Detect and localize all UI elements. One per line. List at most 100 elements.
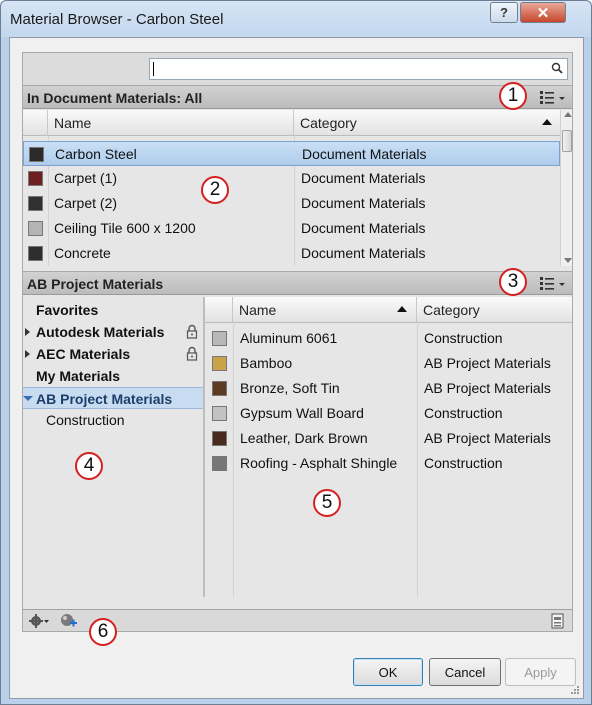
material-name: Leather, Dark Brown [240, 430, 368, 446]
document-materials-list: Carbon Steel Document Materials Carpet (1)… [23, 141, 560, 266]
list-view-icon [540, 277, 565, 290]
sort-ascending-icon [542, 119, 552, 125]
callout-4: 4 [75, 452, 103, 480]
material-name: Gypsum Wall Board [240, 405, 364, 421]
tree-item[interactable]: Favorites [23, 299, 203, 321]
library-tree: Favorites Autodesk Materials AEC Materials… [23, 297, 203, 597]
material-category: Construction [424, 455, 503, 471]
ok-button[interactable]: OK [353, 658, 423, 686]
library-material-row[interactable]: Gypsum Wall Board Construction [205, 401, 572, 426]
tree-item[interactable]: My Materials [23, 365, 203, 387]
material-category: Document Materials [301, 245, 426, 261]
library-material-row[interactable]: Bamboo AB Project Materials [205, 351, 572, 376]
material-category: AB Project Materials [424, 380, 551, 396]
material-category: AB Project Materials [424, 355, 551, 371]
name-column-header[interactable]: Name [233, 297, 417, 323]
library-material-row[interactable]: Bronze, Soft Tin AB Project Materials [205, 376, 572, 401]
sort-ascending-icon [397, 306, 407, 312]
material-name: Carpet (2) [54, 195, 118, 211]
material-category: Document Materials [301, 170, 426, 186]
callout-2: 2 [201, 176, 229, 204]
document-material-row[interactable]: Carpet (2) Document Materials [23, 191, 560, 216]
material-swatch-icon [212, 456, 227, 471]
material-name: Bronze, Soft Tin [240, 380, 340, 396]
search-icon[interactable] [551, 62, 563, 74]
material-name: Ceiling Tile 600 x 1200 [54, 220, 196, 236]
callout-3: 3 [499, 268, 527, 296]
tree-item[interactable]: Construction [23, 409, 203, 431]
search-bar [23, 53, 572, 85]
material-category: Document Materials [301, 195, 426, 211]
library-view-options-button[interactable] [538, 274, 568, 292]
browser-content: In Document Materials: All Name Category [22, 52, 573, 632]
swatch-column-header[interactable] [23, 110, 48, 136]
callout-1: 1 [499, 82, 527, 110]
swatch-column-header[interactable] [205, 297, 233, 323]
tree-item-label: My Materials [36, 368, 121, 384]
callout-6: 6 [89, 618, 117, 646]
scroll-up-icon[interactable] [564, 112, 572, 117]
document-scrollbar[interactable] [560, 110, 572, 266]
material-browser-window: Material Browser - Carbon Steel ? ✕ In D… [0, 0, 592, 705]
library-material-row[interactable]: Aluminum 6061 Construction [205, 326, 572, 351]
material-name: Concrete [54, 245, 111, 261]
document-material-row[interactable]: Ceiling Tile 600 x 1200 Document Material… [23, 216, 560, 241]
resize-grip-icon[interactable] [570, 685, 580, 695]
material-category: Construction [424, 330, 503, 346]
scroll-thumb[interactable] [562, 130, 572, 152]
document-materials-header: In Document Materials: All [23, 85, 572, 109]
collapsed-arrow-icon[interactable] [25, 350, 30, 358]
tree-item-label: Favorites [36, 302, 99, 318]
material-swatch-icon [212, 356, 227, 371]
document-material-row[interactable]: Concrete Document Materials [23, 241, 560, 266]
tree-item-label: Construction [46, 412, 125, 428]
window-title: Material Browser - Carbon Steel [10, 11, 224, 28]
name-column-label: Name [239, 302, 277, 318]
tree-item[interactable]: AEC Materials [23, 343, 203, 365]
category-column-label: Category [300, 115, 357, 131]
material-swatch-icon [29, 147, 44, 162]
material-name: Roofing - Asphalt Shingle [240, 455, 398, 471]
material-name: Bamboo [240, 355, 293, 371]
create-material-icon[interactable] [60, 613, 78, 629]
help-icon: ? [500, 5, 508, 20]
help-button[interactable]: ? [490, 2, 518, 23]
document-material-row[interactable]: Carbon Steel Document Materials [23, 141, 560, 166]
gear-icon[interactable] [28, 613, 50, 629]
library-header: AB Project Materials [23, 271, 572, 295]
search-input[interactable] [149, 58, 568, 80]
tree-item-label: AB Project Materials [36, 391, 173, 407]
title-bar[interactable]: Material Browser - Carbon Steel ? ✕ [1, 1, 591, 37]
list-view-icon [540, 91, 565, 104]
collapsed-arrow-icon[interactable] [25, 328, 30, 336]
apply-button[interactable]: Apply [505, 658, 576, 686]
scroll-down-icon[interactable] [564, 258, 572, 263]
callout-5: 5 [313, 489, 341, 517]
cancel-button[interactable]: Cancel [429, 658, 501, 686]
library-title: AB Project Materials [27, 276, 164, 292]
material-category: AB Project Materials [424, 430, 551, 446]
tree-item[interactable]: Autodesk Materials [23, 321, 203, 343]
material-editor-icon[interactable] [551, 613, 565, 629]
material-category: Construction [424, 405, 503, 421]
library-materials-panel: Name Category Aluminum 6061 Construction B… [205, 297, 572, 597]
document-view-options-button[interactable] [538, 88, 568, 106]
category-column-header[interactable]: Category [417, 297, 572, 323]
library-material-row[interactable]: Roofing - Asphalt Shingle Construction [205, 451, 572, 476]
category-column-header[interactable]: Category [294, 110, 560, 136]
material-name: Carpet (1) [54, 170, 118, 186]
material-swatch-icon [212, 431, 227, 446]
library-material-row[interactable]: Leather, Dark Brown AB Project Materials [205, 426, 572, 451]
name-column-header[interactable]: Name [48, 110, 294, 136]
text-caret [153, 62, 154, 76]
document-material-row[interactable]: Carpet (1) Document Materials [23, 166, 560, 191]
material-swatch-icon [28, 221, 43, 236]
expanded-arrow-icon[interactable] [23, 396, 33, 401]
close-button[interactable]: ✕ [520, 2, 566, 23]
library-materials-list: Aluminum 6061 Construction Bamboo AB Projec… [205, 326, 572, 476]
document-column-header: Name Category [23, 110, 560, 136]
lock-icon [186, 324, 198, 339]
tree-item[interactable]: AB Project Materials [23, 387, 203, 409]
dialog-client-area: In Document Materials: All Name Category [9, 37, 584, 699]
material-swatch-icon [212, 331, 227, 346]
